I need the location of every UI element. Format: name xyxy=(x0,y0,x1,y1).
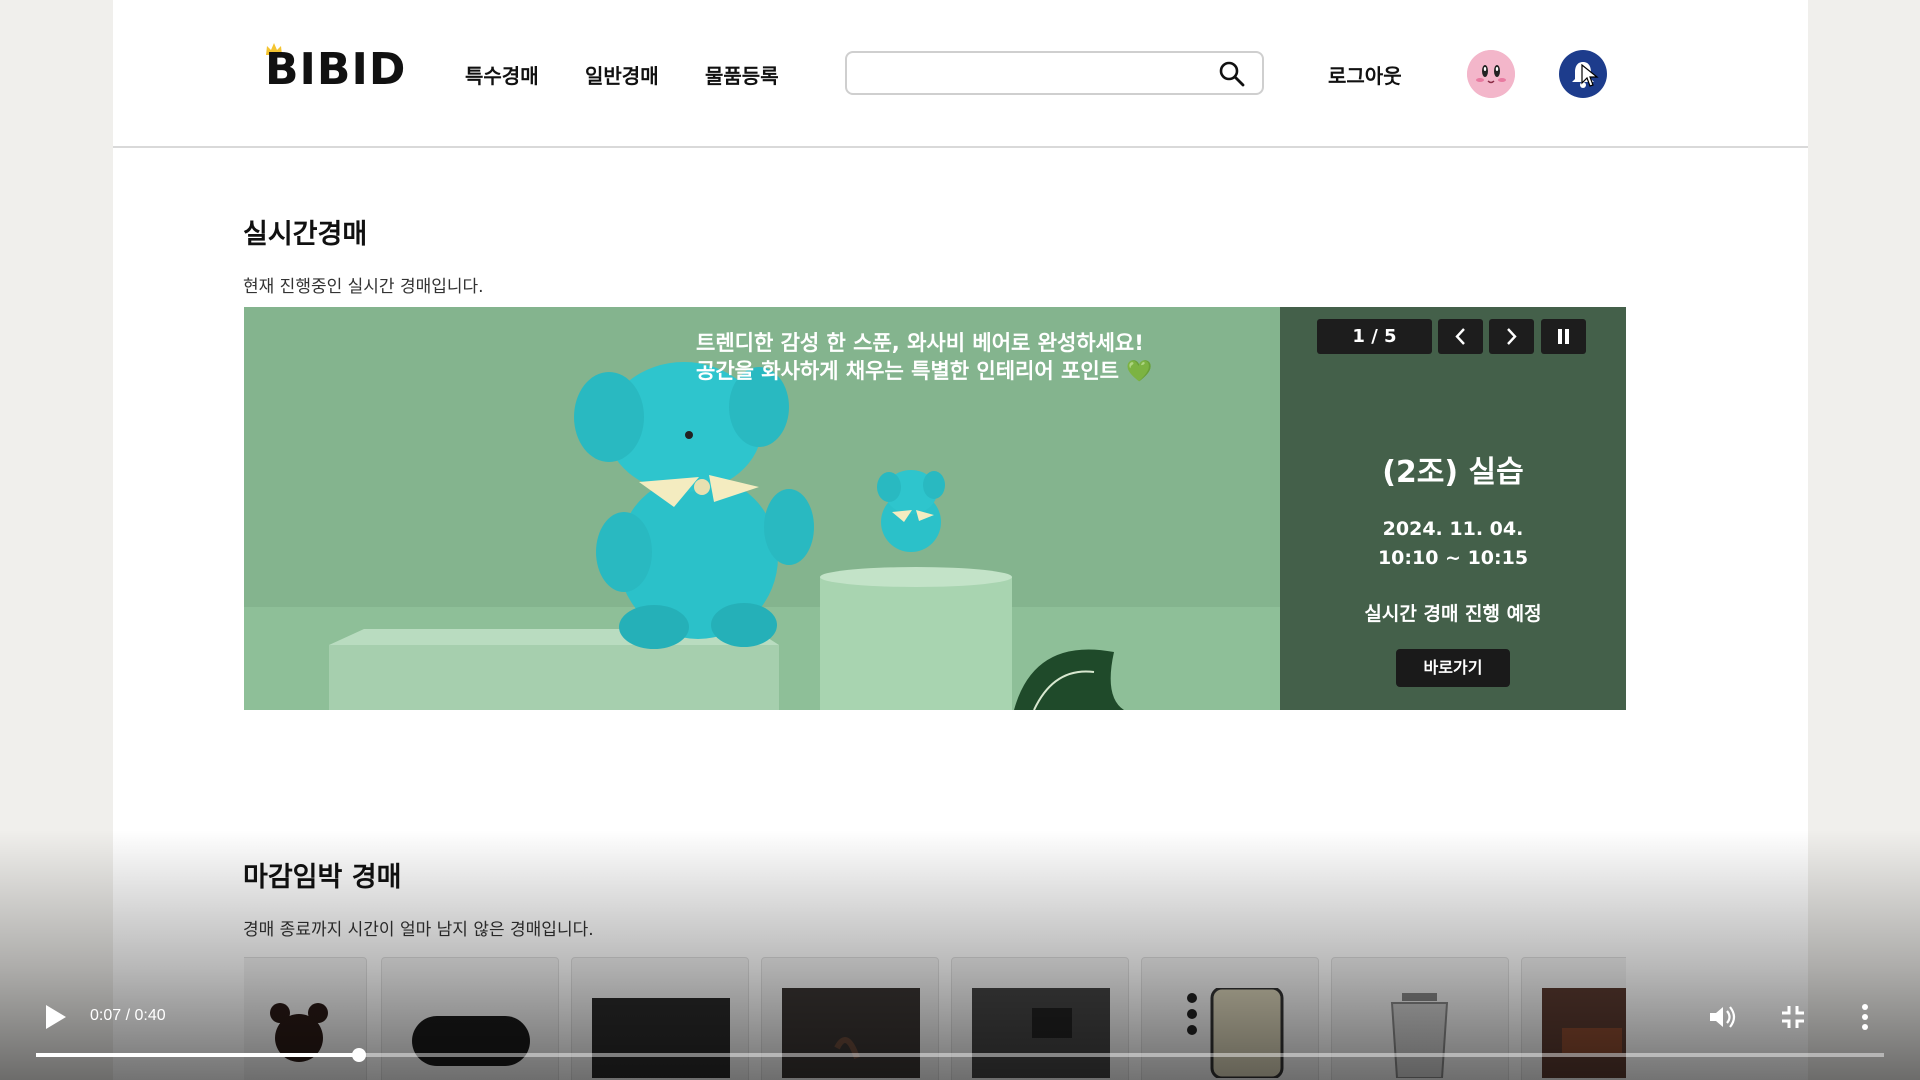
nav-register-item[interactable]: 물품등록 xyxy=(705,60,779,89)
realtime-section-desc: 현재 진행중인 실시간 경매입니다. xyxy=(243,277,484,297)
volume-icon[interactable] xyxy=(1705,1000,1739,1034)
product-image xyxy=(412,1016,530,1066)
auction-card[interactable] xyxy=(1331,957,1509,1080)
banner-copy: 트렌디한 감성 한 스푼, 와사비 베어로 완성하세요! 공간을 화사하게 채우… xyxy=(696,329,1152,385)
product-image xyxy=(1390,993,1449,1078)
auction-status: 실시간 경매 진행 예정 xyxy=(1364,603,1542,625)
chevron-left-icon xyxy=(1455,328,1465,345)
avatar[interactable] xyxy=(1467,50,1515,98)
closing-section-title: 마감임박 경매 xyxy=(243,862,402,893)
logout-link[interactable]: 로그아웃 xyxy=(1328,60,1402,89)
auction-card[interactable] xyxy=(381,957,559,1080)
site-header: BIBID 특수경매 일반경매 물품등록 로그아웃 xyxy=(113,0,1808,148)
product-image xyxy=(1187,988,1284,1078)
mouse-cursor-icon xyxy=(1581,64,1599,87)
play-icon[interactable] xyxy=(42,1003,68,1031)
auction-time: 10:10 ~ 10:15 xyxy=(1377,547,1529,569)
realtime-banner-carousel[interactable]: 트렌디한 감성 한 스푼, 와사비 베어로 완성하세요! 공간을 화사하게 채우… xyxy=(244,307,1626,710)
page: BIBID 특수경매 일반경매 물품등록 로그아웃 실시간경매 현재 진행중인 … xyxy=(113,0,1808,1080)
nav-special-auction[interactable]: 특수경매 xyxy=(465,60,539,89)
product-image xyxy=(972,988,1110,1078)
pause-icon xyxy=(1558,329,1569,344)
pause-slide-button[interactable] xyxy=(1541,319,1586,354)
auction-card[interactable] xyxy=(1141,957,1319,1080)
video-progress-bar[interactable] xyxy=(36,1048,1884,1062)
banner-line-2: 공간을 화사하게 채우는 특별한 인테리어 포인트 💚 xyxy=(696,359,1153,383)
auction-title: (2조) 실습 xyxy=(1382,455,1524,490)
chevron-right-icon xyxy=(1507,328,1517,345)
prev-slide-button[interactable] xyxy=(1438,319,1483,354)
next-slide-button[interactable] xyxy=(1489,319,1534,354)
video-time: 0:07 / 0:40 xyxy=(90,1007,166,1024)
search-input[interactable] xyxy=(859,53,1199,93)
product-image xyxy=(270,1003,328,1062)
exit-fullscreen-icon[interactable] xyxy=(1776,1000,1810,1034)
goto-button[interactable]: 바로가기 xyxy=(1396,649,1510,687)
search-box xyxy=(845,51,1264,95)
closing-auction-list xyxy=(244,957,1626,1080)
more-options-icon[interactable] xyxy=(1848,1000,1882,1034)
auction-date: 2024. 11. 04. xyxy=(1382,518,1524,540)
realtime-section-title: 실시간경매 xyxy=(243,219,368,250)
auction-card[interactable] xyxy=(571,957,749,1080)
auction-card[interactable] xyxy=(951,957,1129,1080)
product-image xyxy=(1542,988,1626,1078)
avatar-face-icon xyxy=(1467,50,1515,98)
banner-line-1: 트렌디한 감성 한 스푼, 와사비 베어로 완성하세요! xyxy=(696,331,1144,355)
bibid-logo[interactable]: BIBID xyxy=(265,44,406,95)
small-teal-bear xyxy=(877,470,945,552)
product-image xyxy=(782,988,920,1078)
auction-card[interactable] xyxy=(1521,957,1626,1080)
closing-section-desc: 경매 종료까지 시간이 얼마 남지 않은 경매입니다. xyxy=(243,920,594,940)
auction-info-panel: 1 / 5 (2조) 실습 2024. 11. 04. 10:10 ~ 10:1… xyxy=(1280,307,1626,710)
search-icon[interactable] xyxy=(1218,60,1246,88)
product-image xyxy=(592,998,730,1078)
auction-card[interactable] xyxy=(761,957,939,1080)
notification-button[interactable] xyxy=(1559,50,1607,98)
auction-card[interactable] xyxy=(244,957,367,1080)
nav-general-auction[interactable]: 일반경매 xyxy=(585,60,659,89)
slide-counter: 1 / 5 xyxy=(1317,319,1432,354)
video-progress-fill xyxy=(36,1053,360,1057)
